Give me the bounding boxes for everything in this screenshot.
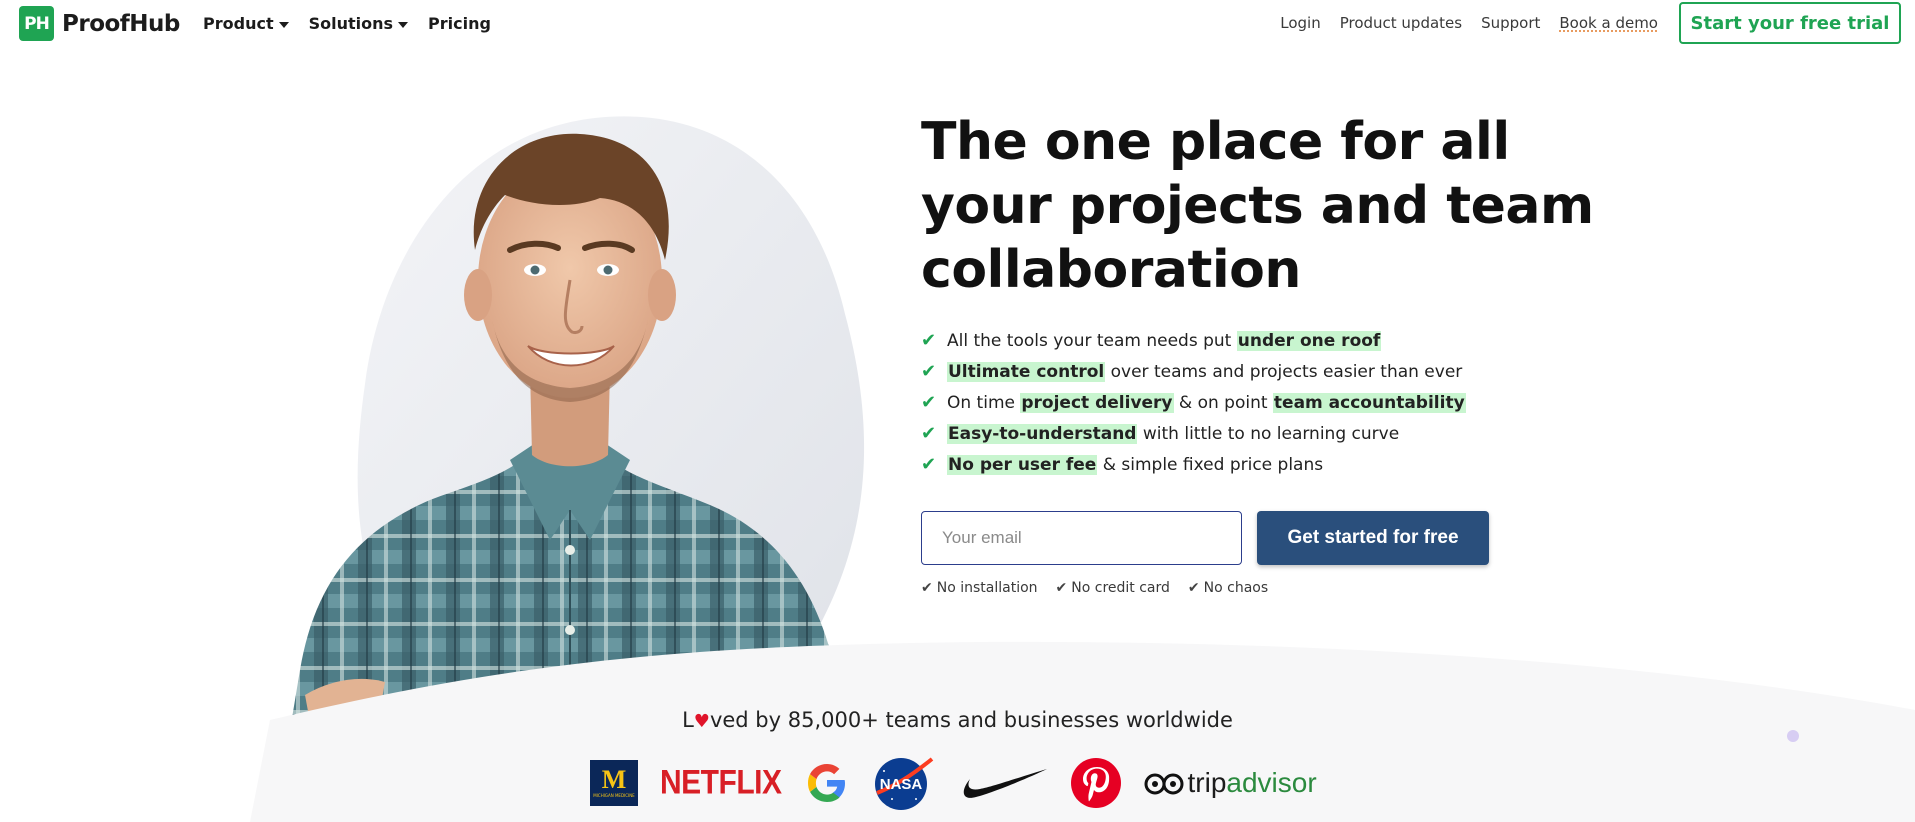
- check-icon: ✔: [921, 392, 937, 413]
- feature-text-part: & on point: [1173, 392, 1273, 413]
- netflix-logo: NETFLIX: [660, 762, 782, 801]
- feature-item: ✔ Ultimate control over teams and project…: [921, 356, 1466, 387]
- customer-logos: M MICHIGAN MEDICINE NETFLIX NASA trip adv…: [590, 755, 1339, 810]
- feature-item: ✔ Easy-to-understand with little to no le…: [921, 418, 1466, 449]
- owl-eyes-icon: [1144, 773, 1183, 794]
- feature-text-part: over teams and projects easier than ever: [1105, 361, 1463, 382]
- logo-mark: PH: [19, 6, 54, 41]
- tripadvisor-trip: trip: [1187, 766, 1227, 798]
- chat-indicator-dot[interactable]: [1787, 730, 1799, 742]
- heart-icon: ♥: [693, 711, 710, 732]
- michigan-medicine-logo: M MICHIGAN MEDICINE: [590, 759, 638, 806]
- pinterest-logo: [1070, 757, 1121, 808]
- login-link[interactable]: Login: [1280, 14, 1320, 32]
- perk-item: ✔ No chaos: [1188, 580, 1268, 596]
- start-free-trial-button[interactable]: Start your free trial: [1679, 2, 1901, 44]
- hero-headline: The one place for all your projects and …: [921, 112, 1594, 300]
- perks-row: ✔ No installation ✔ No credit card ✔ No …: [921, 580, 1268, 596]
- site-header: PH ProofHub Product Solutions Pricing Lo…: [0, 0, 1915, 48]
- check-icon: ✔: [921, 423, 937, 444]
- chevron-down-icon: [398, 21, 409, 28]
- nav-product-label: Product: [203, 14, 274, 33]
- perk-label: No installation: [936, 580, 1038, 596]
- email-input[interactable]: [921, 511, 1242, 565]
- tripadvisor-logo: trip advisor: [1144, 767, 1317, 799]
- feature-highlight: No per user fee: [947, 454, 1098, 475]
- loved-prefix: L: [682, 708, 694, 732]
- check-icon: ✔: [921, 580, 933, 596]
- logo-text: ProofHub: [62, 10, 180, 37]
- feature-text: Ultimate control over teams and projects…: [947, 361, 1463, 382]
- feature-text: Easy-to-understand with little to no lea…: [947, 423, 1400, 444]
- feature-text: All the tools your team needs put under …: [947, 330, 1382, 351]
- hero-illustration: [270, 110, 890, 733]
- check-icon: ✔: [1187, 580, 1200, 596]
- feature-list: ✔ All the tools your team needs put under…: [921, 325, 1466, 480]
- feature-highlight: project delivery: [1020, 392, 1174, 413]
- feature-text-part: with little to no learning curve: [1137, 423, 1400, 444]
- feature-highlight: Easy-to-understand: [947, 423, 1138, 444]
- nav-product[interactable]: Product: [203, 14, 289, 33]
- feature-item: ✔ No per user fee & simple fixed price pl…: [921, 449, 1466, 480]
- loved-by-text: L♥ved by 85,000+ teams and businesses wo…: [0, 708, 1915, 732]
- tripadvisor-advisor: advisor: [1226, 766, 1317, 798]
- smiling-man-photo: [290, 133, 850, 730]
- check-icon: ✔: [921, 361, 937, 382]
- nasa-logo: NASA: [874, 756, 933, 810]
- check-icon: ✔: [1055, 580, 1068, 596]
- feature-item: ✔ On time project delivery & on point tea…: [921, 387, 1466, 418]
- feature-text: On time project delivery & on point team…: [947, 392, 1466, 413]
- perk-item: ✔ No installation: [921, 580, 1038, 596]
- check-icon: ✔: [921, 454, 937, 475]
- nav-solutions[interactable]: Solutions: [308, 14, 409, 33]
- perk-label: No credit card: [1071, 580, 1170, 596]
- perk-label: No chaos: [1203, 580, 1269, 596]
- feature-highlight: team accountability: [1272, 392, 1466, 413]
- get-started-button[interactable]: Get started for free: [1257, 511, 1489, 565]
- google-logo: [807, 763, 845, 802]
- nav-solutions-label: Solutions: [308, 14, 394, 33]
- nav-pricing[interactable]: Pricing: [428, 14, 491, 33]
- book-demo-link[interactable]: Book a demo: [1559, 14, 1658, 32]
- svg-text:NASA: NASA: [879, 776, 922, 793]
- support-link[interactable]: Support: [1481, 14, 1540, 32]
- feature-text-part: On time: [947, 392, 1021, 413]
- feature-text-part: All the tools your team needs put: [947, 330, 1237, 351]
- umich-sub: MICHIGAN MEDICINE: [593, 793, 635, 798]
- secondary-nav: Login Product updates Support Book a dem…: [1280, 14, 1658, 32]
- loved-suffix: ved by 85,000+ teams and businesses worl…: [709, 708, 1233, 732]
- perk-item: ✔ No credit card: [1056, 580, 1170, 596]
- feature-highlight: Ultimate control: [947, 361, 1106, 382]
- feature-highlight: under one roof: [1236, 330, 1382, 351]
- feature-text-part: & simple fixed price plans: [1097, 454, 1324, 475]
- check-icon: ✔: [921, 330, 937, 351]
- chevron-down-icon: [278, 21, 289, 28]
- feature-text: No per user fee & simple fixed price pla…: [947, 454, 1324, 475]
- primary-nav: Product Solutions Pricing: [203, 14, 491, 33]
- product-updates-link[interactable]: Product updates: [1340, 14, 1462, 32]
- proofhub-logo[interactable]: PH ProofHub: [19, 6, 180, 41]
- umich-letter: M: [601, 765, 627, 794]
- nike-swoosh-logo: [963, 768, 1047, 798]
- nav-pricing-label: Pricing: [428, 14, 491, 33]
- feature-item: ✔ All the tools your team needs put under…: [921, 325, 1466, 356]
